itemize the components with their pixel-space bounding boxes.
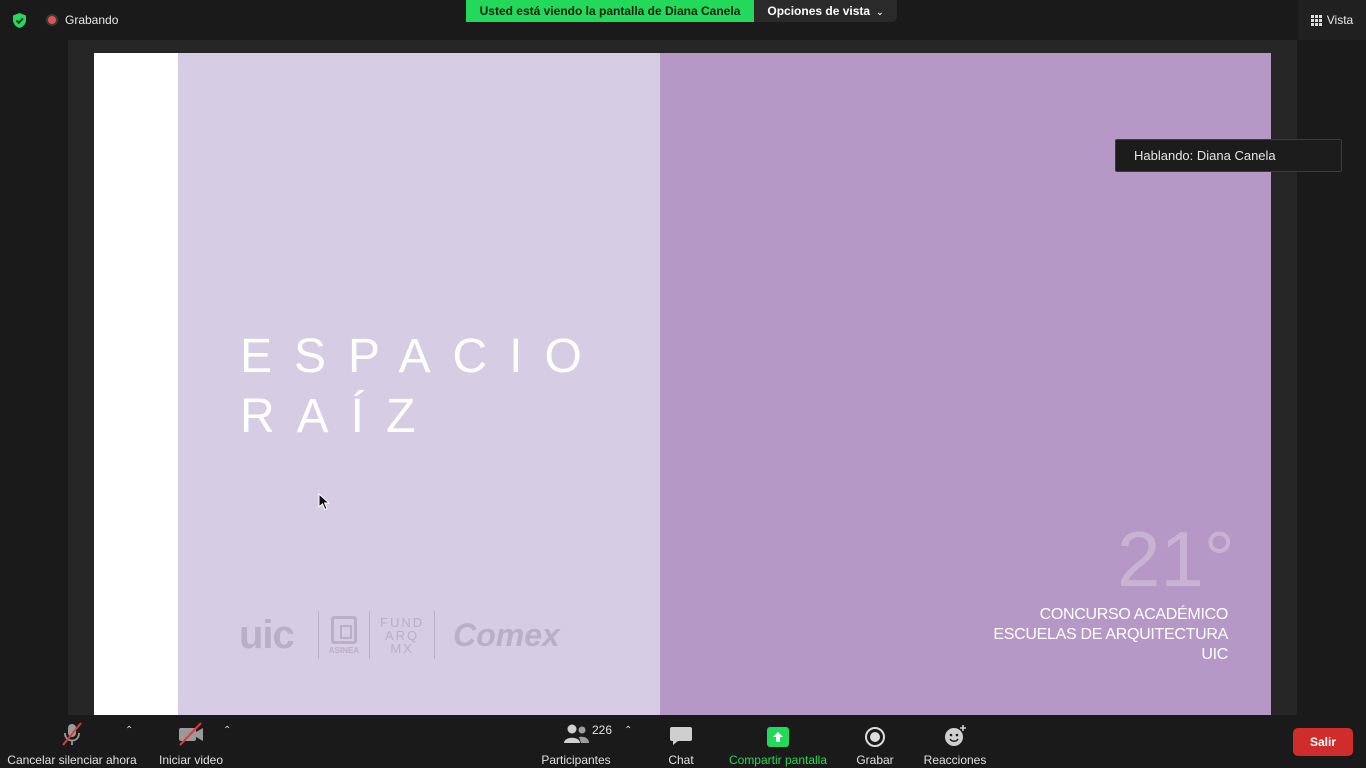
participants-icon (564, 724, 589, 743)
video-off-icon (179, 722, 203, 746)
view-options-button[interactable]: Opciones de vista ⌄ (754, 0, 897, 22)
uic-logo: uic (239, 612, 295, 657)
shared-screen-area: ESPACIO RAÍZ uic ASINEA FUND ARQ MX Come… (68, 40, 1297, 715)
record-button[interactable]: Grabar (854, 721, 896, 767)
microphone-muted-icon (62, 722, 82, 746)
unmute-label: Cancelar silenciar ahora (7, 753, 137, 767)
record-label: Grabar (856, 753, 894, 767)
leave-meeting-button[interactable]: Salir (1293, 728, 1353, 756)
logo-divider (434, 611, 436, 659)
slide-left-strip (94, 53, 178, 715)
slide-title-line1: ESPACIO (240, 330, 604, 383)
view-options-label: Opciones de vista (767, 4, 871, 18)
mouse-cursor-icon (318, 493, 330, 511)
video-options-chevron-up-icon[interactable]: ⌃ (223, 725, 231, 736)
participants-count: 226 (592, 723, 613, 737)
meeting-toolbar: Cancelar silenciar ahora ⌃ Iniciar video… (0, 715, 1366, 768)
contest-line1: CONCURSO ACADÉMICO (1039, 606, 1229, 623)
recording-indicator[interactable]: Grabando (46, 13, 118, 27)
fundarqmx-logo: FUND ARQ MX (380, 616, 424, 655)
start-video-label: Iniciar video (158, 753, 224, 767)
presentation-slide: ESPACIO RAÍZ uic ASINEA FUND ARQ MX Come… (94, 53, 1271, 715)
view-button[interactable]: Vista (1298, 0, 1366, 40)
contest-line2: ESCUELAS DE ARQUITECTURA (993, 626, 1228, 643)
shield-icon[interactable] (11, 12, 28, 29)
slide-title: ESPACIO RAÍZ (240, 327, 604, 447)
share-screen-button[interactable]: Compartir pantalla (728, 721, 828, 767)
chevron-down-icon: ⌄ (876, 6, 884, 17)
reactions-button[interactable]: Reacciones (924, 721, 986, 767)
fund-line3: MX (390, 640, 414, 656)
asinea-mark-icon (330, 615, 357, 644)
contest-number: 21° (1117, 515, 1235, 603)
logo-divider (317, 611, 319, 659)
share-screen-icon (767, 727, 789, 747)
record-icon (865, 727, 885, 747)
chat-button[interactable]: Chat (664, 721, 698, 767)
unmute-button[interactable]: Cancelar silenciar ahora (7, 721, 137, 767)
logo-divider (369, 611, 371, 659)
comex-logo: Comex (453, 616, 560, 653)
asinea-logo: ASINEA (328, 615, 360, 655)
contest-line3: UIC (1201, 646, 1228, 663)
recording-dot-icon (46, 14, 58, 26)
top-bar: Grabando Usted está viendo la pantalla d… (0, 0, 1366, 40)
chat-label: Chat (668, 753, 694, 767)
fund-line2: ARQ (385, 627, 420, 643)
participants-options-chevron-up-icon[interactable]: ⌃ (624, 725, 632, 736)
fund-line1: FUND (380, 614, 425, 630)
share-screen-label: Compartir pantalla (728, 753, 828, 767)
contest-text: CONCURSO ACADÉMICO ESCUELAS DE ARQUITECT… (993, 605, 1228, 665)
recording-label: Grabando (65, 13, 119, 27)
reactions-smiley-icon (945, 725, 966, 746)
audio-options-chevron-up-icon[interactable]: ⌃ (125, 725, 133, 736)
start-video-button[interactable]: Iniciar video (156, 721, 226, 767)
view-button-label: Vista (1326, 13, 1354, 27)
viewing-banner: Usted está viendo la pantalla de Diana C… (466, 0, 754, 22)
chat-icon (670, 727, 692, 745)
asinea-label: ASINEA (328, 645, 360, 655)
sponsor-logos: uic ASINEA FUND ARQ MX Comex (239, 610, 560, 660)
reactions-label: Reacciones (923, 753, 987, 767)
gallery-grid-icon (1310, 14, 1322, 26)
active-speaker-label: Hablando: Diana Canela (1115, 139, 1342, 172)
participants-label: Participantes (541, 753, 611, 767)
slide-title-line2: RAÍZ (240, 390, 438, 443)
